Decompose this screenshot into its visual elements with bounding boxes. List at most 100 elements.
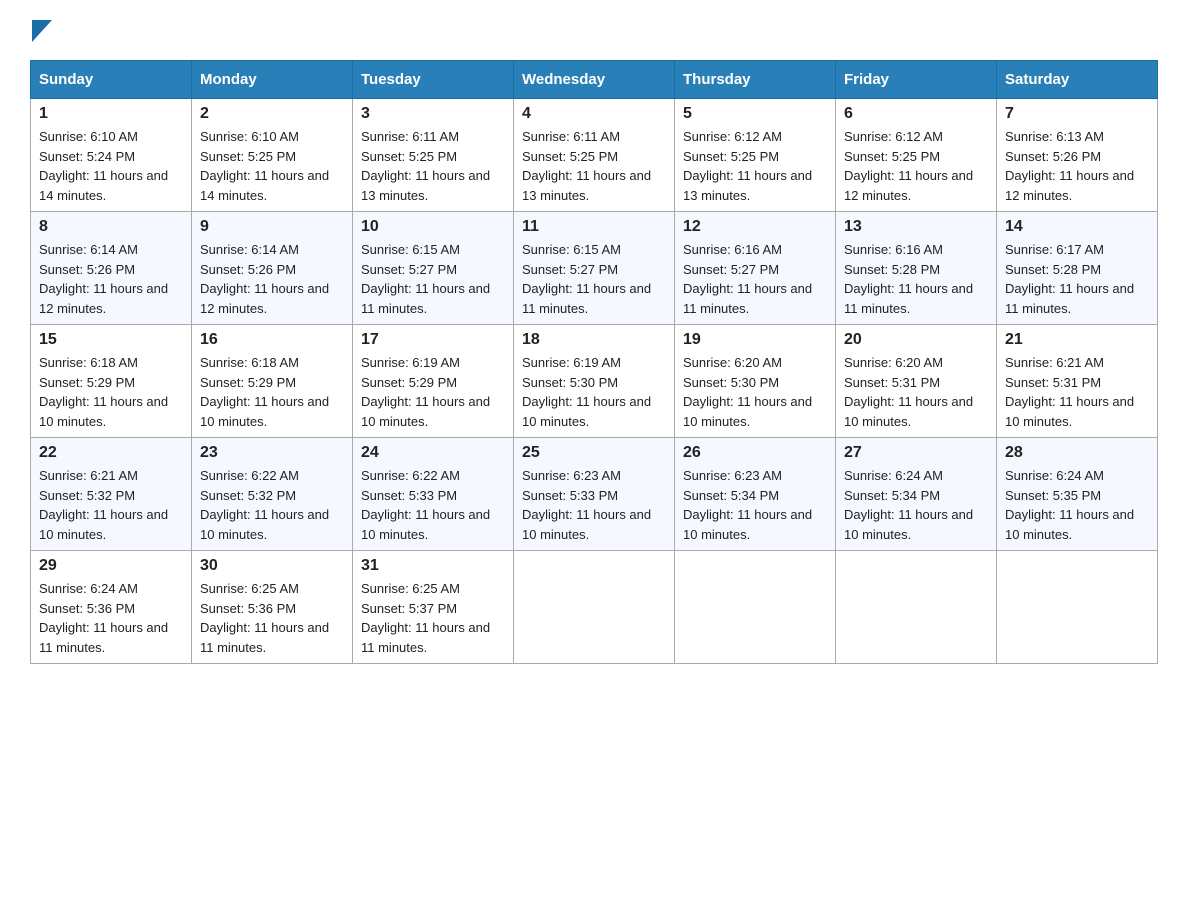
day-info: Sunrise: 6:10 AMSunset: 5:25 PMDaylight:… bbox=[200, 129, 329, 203]
header-friday: Friday bbox=[836, 61, 997, 99]
day-info: Sunrise: 6:24 AMSunset: 5:36 PMDaylight:… bbox=[39, 581, 168, 655]
calendar-cell: 27 Sunrise: 6:24 AMSunset: 5:34 PMDaylig… bbox=[836, 438, 997, 551]
calendar-cell: 11 Sunrise: 6:15 AMSunset: 5:27 PMDaylig… bbox=[514, 212, 675, 325]
day-number: 24 bbox=[361, 444, 505, 462]
day-info: Sunrise: 6:25 AMSunset: 5:36 PMDaylight:… bbox=[200, 581, 329, 655]
day-number: 16 bbox=[200, 331, 344, 349]
calendar-cell: 8 Sunrise: 6:14 AMSunset: 5:26 PMDayligh… bbox=[31, 212, 192, 325]
calendar-cell: 25 Sunrise: 6:23 AMSunset: 5:33 PMDaylig… bbox=[514, 438, 675, 551]
calendar-cell: 19 Sunrise: 6:20 AMSunset: 5:30 PMDaylig… bbox=[675, 325, 836, 438]
day-number: 31 bbox=[361, 557, 505, 575]
day-number: 13 bbox=[844, 218, 988, 236]
day-number: 26 bbox=[683, 444, 827, 462]
calendar-cell: 21 Sunrise: 6:21 AMSunset: 5:31 PMDaylig… bbox=[997, 325, 1158, 438]
week-row-1: 1 Sunrise: 6:10 AMSunset: 5:24 PMDayligh… bbox=[31, 99, 1158, 212]
day-info: Sunrise: 6:22 AMSunset: 5:32 PMDaylight:… bbox=[200, 468, 329, 542]
day-info: Sunrise: 6:23 AMSunset: 5:33 PMDaylight:… bbox=[522, 468, 651, 542]
day-number: 17 bbox=[361, 331, 505, 349]
week-row-2: 8 Sunrise: 6:14 AMSunset: 5:26 PMDayligh… bbox=[31, 212, 1158, 325]
day-info: Sunrise: 6:19 AMSunset: 5:29 PMDaylight:… bbox=[361, 355, 490, 429]
day-info: Sunrise: 6:23 AMSunset: 5:34 PMDaylight:… bbox=[683, 468, 812, 542]
calendar-cell: 7 Sunrise: 6:13 AMSunset: 5:26 PMDayligh… bbox=[997, 99, 1158, 212]
calendar-cell: 13 Sunrise: 6:16 AMSunset: 5:28 PMDaylig… bbox=[836, 212, 997, 325]
day-number: 10 bbox=[361, 218, 505, 236]
day-info: Sunrise: 6:18 AMSunset: 5:29 PMDaylight:… bbox=[39, 355, 168, 429]
calendar-cell: 14 Sunrise: 6:17 AMSunset: 5:28 PMDaylig… bbox=[997, 212, 1158, 325]
day-info: Sunrise: 6:14 AMSunset: 5:26 PMDaylight:… bbox=[39, 242, 168, 316]
logo-triangle-icon bbox=[32, 20, 52, 42]
calendar-cell: 2 Sunrise: 6:10 AMSunset: 5:25 PMDayligh… bbox=[192, 99, 353, 212]
header-monday: Monday bbox=[192, 61, 353, 99]
day-number: 12 bbox=[683, 218, 827, 236]
day-number: 28 bbox=[1005, 444, 1149, 462]
calendar-cell: 1 Sunrise: 6:10 AMSunset: 5:24 PMDayligh… bbox=[31, 99, 192, 212]
day-number: 3 bbox=[361, 105, 505, 123]
calendar-cell: 20 Sunrise: 6:20 AMSunset: 5:31 PMDaylig… bbox=[836, 325, 997, 438]
day-number: 19 bbox=[683, 331, 827, 349]
day-info: Sunrise: 6:11 AMSunset: 5:25 PMDaylight:… bbox=[361, 129, 490, 203]
calendar-cell: 28 Sunrise: 6:24 AMSunset: 5:35 PMDaylig… bbox=[997, 438, 1158, 551]
day-info: Sunrise: 6:21 AMSunset: 5:32 PMDaylight:… bbox=[39, 468, 168, 542]
day-number: 27 bbox=[844, 444, 988, 462]
calendar-cell: 29 Sunrise: 6:24 AMSunset: 5:36 PMDaylig… bbox=[31, 551, 192, 664]
day-number: 1 bbox=[39, 105, 183, 123]
day-info: Sunrise: 6:24 AMSunset: 5:34 PMDaylight:… bbox=[844, 468, 973, 542]
day-number: 15 bbox=[39, 331, 183, 349]
header-tuesday: Tuesday bbox=[353, 61, 514, 99]
calendar-cell: 23 Sunrise: 6:22 AMSunset: 5:32 PMDaylig… bbox=[192, 438, 353, 551]
day-info: Sunrise: 6:18 AMSunset: 5:29 PMDaylight:… bbox=[200, 355, 329, 429]
day-number: 4 bbox=[522, 105, 666, 123]
calendar-cell: 18 Sunrise: 6:19 AMSunset: 5:30 PMDaylig… bbox=[514, 325, 675, 438]
day-info: Sunrise: 6:16 AMSunset: 5:27 PMDaylight:… bbox=[683, 242, 812, 316]
day-info: Sunrise: 6:19 AMSunset: 5:30 PMDaylight:… bbox=[522, 355, 651, 429]
calendar-cell: 12 Sunrise: 6:16 AMSunset: 5:27 PMDaylig… bbox=[675, 212, 836, 325]
day-info: Sunrise: 6:10 AMSunset: 5:24 PMDaylight:… bbox=[39, 129, 168, 203]
day-number: 23 bbox=[200, 444, 344, 462]
calendar-cell: 4 Sunrise: 6:11 AMSunset: 5:25 PMDayligh… bbox=[514, 99, 675, 212]
calendar-cell: 22 Sunrise: 6:21 AMSunset: 5:32 PMDaylig… bbox=[31, 438, 192, 551]
day-number: 2 bbox=[200, 105, 344, 123]
day-number: 7 bbox=[1005, 105, 1149, 123]
calendar-cell: 31 Sunrise: 6:25 AMSunset: 5:37 PMDaylig… bbox=[353, 551, 514, 664]
page-header bbox=[30, 20, 1158, 40]
day-number: 21 bbox=[1005, 331, 1149, 349]
day-info: Sunrise: 6:13 AMSunset: 5:26 PMDaylight:… bbox=[1005, 129, 1134, 203]
calendar-cell: 30 Sunrise: 6:25 AMSunset: 5:36 PMDaylig… bbox=[192, 551, 353, 664]
day-info: Sunrise: 6:11 AMSunset: 5:25 PMDaylight:… bbox=[522, 129, 651, 203]
calendar-cell: 16 Sunrise: 6:18 AMSunset: 5:29 PMDaylig… bbox=[192, 325, 353, 438]
day-info: Sunrise: 6:25 AMSunset: 5:37 PMDaylight:… bbox=[361, 581, 490, 655]
day-info: Sunrise: 6:24 AMSunset: 5:35 PMDaylight:… bbox=[1005, 468, 1134, 542]
header-sunday: Sunday bbox=[31, 61, 192, 99]
day-number: 22 bbox=[39, 444, 183, 462]
calendar-table: SundayMondayTuesdayWednesdayThursdayFrid… bbox=[30, 60, 1158, 664]
week-row-5: 29 Sunrise: 6:24 AMSunset: 5:36 PMDaylig… bbox=[31, 551, 1158, 664]
calendar-cell bbox=[836, 551, 997, 664]
day-number: 5 bbox=[683, 105, 827, 123]
day-info: Sunrise: 6:15 AMSunset: 5:27 PMDaylight:… bbox=[522, 242, 651, 316]
day-info: Sunrise: 6:15 AMSunset: 5:27 PMDaylight:… bbox=[361, 242, 490, 316]
day-number: 30 bbox=[200, 557, 344, 575]
header-saturday: Saturday bbox=[997, 61, 1158, 99]
day-number: 8 bbox=[39, 218, 183, 236]
calendar-cell: 3 Sunrise: 6:11 AMSunset: 5:25 PMDayligh… bbox=[353, 99, 514, 212]
calendar-cell: 24 Sunrise: 6:22 AMSunset: 5:33 PMDaylig… bbox=[353, 438, 514, 551]
day-number: 9 bbox=[200, 218, 344, 236]
day-number: 25 bbox=[522, 444, 666, 462]
calendar-cell: 10 Sunrise: 6:15 AMSunset: 5:27 PMDaylig… bbox=[353, 212, 514, 325]
logo bbox=[30, 20, 52, 40]
day-info: Sunrise: 6:16 AMSunset: 5:28 PMDaylight:… bbox=[844, 242, 973, 316]
calendar-cell: 5 Sunrise: 6:12 AMSunset: 5:25 PMDayligh… bbox=[675, 99, 836, 212]
calendar-cell bbox=[514, 551, 675, 664]
calendar-cell: 6 Sunrise: 6:12 AMSunset: 5:25 PMDayligh… bbox=[836, 99, 997, 212]
day-number: 6 bbox=[844, 105, 988, 123]
header-wednesday: Wednesday bbox=[514, 61, 675, 99]
week-row-3: 15 Sunrise: 6:18 AMSunset: 5:29 PMDaylig… bbox=[31, 325, 1158, 438]
day-info: Sunrise: 6:20 AMSunset: 5:30 PMDaylight:… bbox=[683, 355, 812, 429]
header-thursday: Thursday bbox=[675, 61, 836, 99]
day-number: 29 bbox=[39, 557, 183, 575]
day-number: 14 bbox=[1005, 218, 1149, 236]
day-info: Sunrise: 6:12 AMSunset: 5:25 PMDaylight:… bbox=[844, 129, 973, 203]
calendar-cell bbox=[997, 551, 1158, 664]
day-info: Sunrise: 6:21 AMSunset: 5:31 PMDaylight:… bbox=[1005, 355, 1134, 429]
day-info: Sunrise: 6:22 AMSunset: 5:33 PMDaylight:… bbox=[361, 468, 490, 542]
